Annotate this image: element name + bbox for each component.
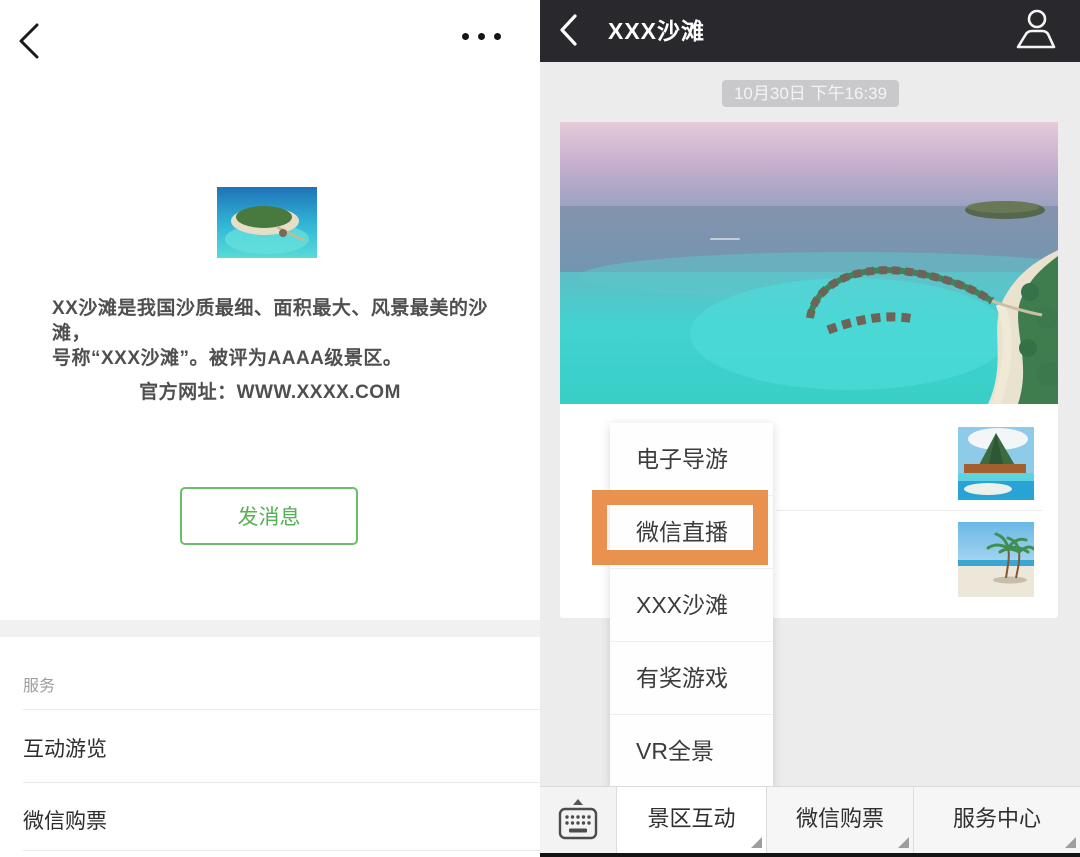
service-item-wechat-tickets[interactable]: 微信购票: [23, 805, 517, 835]
back-button[interactable]: [558, 13, 578, 47]
article-row-divider: [776, 510, 1042, 511]
description-line-2: 号称“XXX沙滩”。被评为AAAA级景区。: [52, 346, 496, 371]
toolbar-tab-wechat-tickets[interactable]: 微信购票: [767, 787, 913, 854]
ellipsis-icon: [462, 33, 469, 40]
chevron-left-icon: [16, 48, 42, 63]
menu-item-xxx-beach[interactable]: XXX沙滩: [610, 569, 773, 642]
list-divider: [23, 850, 540, 851]
maldives-resort-aerial-photo-icon: [560, 391, 1058, 404]
chat-title: XXX沙滩: [608, 0, 705, 62]
service-item-interactive-tour[interactable]: 互动游览: [23, 733, 517, 763]
list-divider: [23, 782, 540, 783]
person-icon: [1014, 40, 1056, 55]
submenu-corner-icon: [1065, 837, 1076, 848]
toolbar-popup-menu: 电子导游 微信直播 XXX沙滩 有奖游戏 VR全景: [610, 423, 773, 787]
chevron-left-icon: [558, 35, 578, 50]
bora-bora-island-photo-icon: [958, 487, 1034, 500]
article-hero-image[interactable]: [560, 122, 1058, 404]
send-message-button[interactable]: 发消息: [180, 487, 358, 545]
chat-bottom-toolbar: 景区互动 微信购票 服务中心: [540, 786, 1080, 854]
official-account-profile-panel: XX沙滩是我国沙质最细、面积最大、风景最美的沙滩， 号称“XXX沙滩”。被评为A…: [0, 0, 540, 857]
screenshot-root: XX沙滩是我国沙质最细、面积最大、风景最美的沙滩， 号称“XXX沙滩”。被评为A…: [0, 0, 1080, 857]
chat-header-bar: XXX沙滩: [540, 0, 1080, 62]
contact-profile-button[interactable]: [1014, 8, 1056, 52]
toolbar-tab-label: 服务中心: [953, 806, 1041, 831]
menu-item-electronic-guide[interactable]: 电子导游: [610, 423, 773, 496]
menu-item-vr-panorama[interactable]: VR全景: [610, 715, 773, 787]
submenu-corner-icon: [898, 837, 909, 848]
profile-island-thumbnail[interactable]: [217, 187, 317, 258]
menu-item-prize-game[interactable]: 有奖游戏: [610, 642, 773, 715]
section-divider-band: [0, 620, 540, 637]
back-button[interactable]: [16, 22, 42, 60]
toolbar-tab-service-center[interactable]: 服务中心: [914, 787, 1080, 854]
system-nav-strip: [540, 853, 1080, 857]
official-website-text: 官方网址：WWW.XXXX.COM: [0, 377, 540, 404]
keyboard-toggle-button[interactable]: [540, 787, 616, 854]
toolbar-tab-label: 微信购票: [796, 806, 884, 831]
wechat-chat-panel: XXX沙滩 10月30日 下午16:39: [540, 0, 1080, 857]
account-description: XX沙滩是我国沙质最细、面积最大、风景最美的沙滩， 号称“XXX沙滩”。被评为A…: [52, 296, 496, 371]
article-thumbnail-2[interactable]: [958, 522, 1034, 597]
island-aerial-photo-icon: [217, 245, 317, 258]
toolbar-tab-scenic-interaction[interactable]: 景区互动: [617, 787, 766, 854]
list-divider: [23, 709, 540, 710]
menu-item-wechat-live[interactable]: 微信直播: [610, 496, 773, 569]
services-section-header: 服务: [23, 672, 55, 696]
ellipsis-icon: [478, 33, 485, 40]
toolbar-tab-label: 景区互动: [647, 806, 735, 831]
submenu-corner-icon: [751, 837, 762, 848]
article-thumbnail-1[interactable]: [958, 427, 1034, 500]
palm-beach-photo-icon: [958, 584, 1034, 597]
more-menu-button[interactable]: [462, 33, 501, 40]
description-line-1: XX沙滩是我国沙质最细、面积最大、风景最美的沙滩，: [52, 296, 496, 346]
ellipsis-icon: [494, 33, 501, 40]
message-timestamp: 10月30日 下午16:39: [722, 80, 899, 107]
